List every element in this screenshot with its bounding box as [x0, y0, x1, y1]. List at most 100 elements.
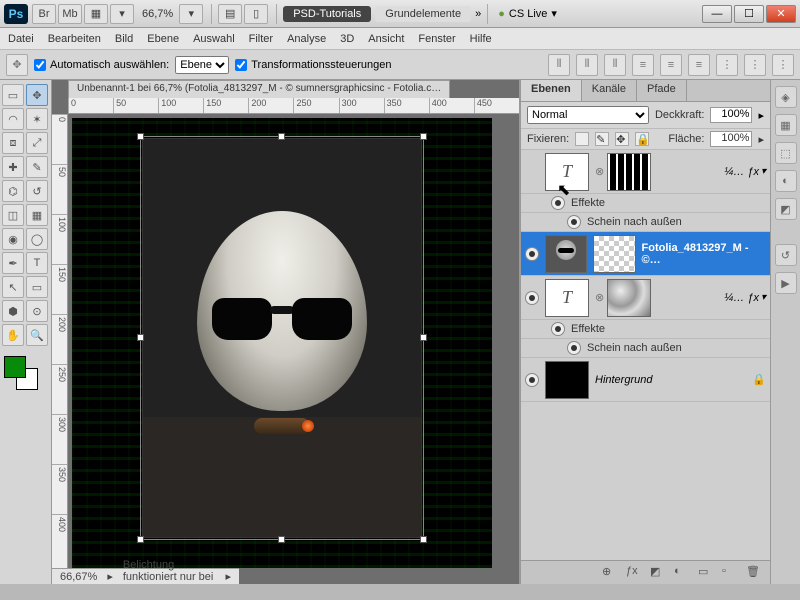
color-swatches[interactable]	[2, 354, 40, 392]
dropdown-icon[interactable]: ▾	[110, 4, 134, 24]
transform-bounding-box[interactable]	[140, 136, 424, 540]
workspace-tutorials[interactable]: PSD-Tutorials	[283, 6, 371, 22]
dodge-tool[interactable]: ◯	[26, 228, 48, 250]
transform-handle[interactable]	[278, 536, 285, 543]
workspace-grundelemente[interactable]: Grundelemente	[375, 6, 471, 22]
cslive-button[interactable]: CS Live	[509, 8, 548, 20]
triangle-icon[interactable]: ▸	[758, 109, 764, 122]
transform-handle[interactable]	[420, 334, 427, 341]
menu-3d[interactable]: 3D	[340, 33, 354, 45]
tab-ebenen[interactable]: Ebenen	[521, 80, 582, 101]
layer-row-selected[interactable]: Fotolia_4813297_M - ©…	[521, 232, 770, 276]
tab-pfade[interactable]: Pfade	[637, 80, 687, 101]
tab-kanaele[interactable]: Kanäle	[582, 80, 637, 101]
menu-bild[interactable]: Bild	[115, 33, 133, 45]
visibility-toggle[interactable]	[525, 247, 539, 261]
align-icon[interactable]: ≡	[660, 54, 682, 76]
transform-handle[interactable]	[420, 133, 427, 140]
visibility-toggle[interactable]	[525, 373, 539, 387]
fx-indicator[interactable]: ¼… ƒx▾	[724, 292, 766, 304]
align-icon[interactable]: ≡	[632, 54, 654, 76]
masks-panel-icon[interactable]: ◩	[775, 198, 797, 220]
menu-ebene[interactable]: Ebene	[147, 33, 179, 45]
foreground-color[interactable]	[4, 356, 26, 378]
swatches-panel-icon[interactable]: ▦	[775, 114, 797, 136]
align-icon[interactable]: ⫴	[548, 54, 570, 76]
transform-handle[interactable]	[137, 334, 144, 341]
link-layers-icon[interactable]: ⊕	[602, 565, 618, 581]
grid-button[interactable]: ▤	[218, 4, 242, 24]
distribute-icon[interactable]: ⋮	[716, 54, 738, 76]
triangle-icon[interactable]: ▸	[758, 133, 764, 146]
layer-row-background[interactable]: Hintergrund 🔒	[521, 358, 770, 402]
adjustment-icon[interactable]: ◐	[674, 565, 690, 581]
move-tool-icon[interactable]: ✥	[6, 54, 28, 76]
align-icon[interactable]: ≡	[688, 54, 710, 76]
bridge-button[interactable]: Br	[32, 4, 56, 24]
type-tool[interactable]: T	[26, 252, 48, 274]
menu-filter[interactable]: Filter	[249, 33, 273, 45]
menu-hilfe[interactable]: Hilfe	[470, 33, 492, 45]
crop-tool[interactable]: ⧈	[2, 132, 24, 154]
move-tool[interactable]: ✥	[26, 84, 48, 106]
dropdown-icon[interactable]: ▾	[179, 4, 203, 24]
adjustments-panel-icon[interactable]: ◐	[775, 170, 797, 192]
visibility-toggle[interactable]	[525, 291, 539, 305]
fx-indicator[interactable]: ¼… ƒx▾	[724, 166, 766, 178]
distribute-icon[interactable]: ⋮	[772, 54, 794, 76]
3d-tool[interactable]: ⬢	[2, 300, 24, 322]
canvas[interactable]	[72, 118, 492, 568]
extras-button[interactable]: ▦	[84, 4, 108, 24]
actions-panel-icon[interactable]: ▶	[775, 272, 797, 294]
menu-bearbeiten[interactable]: Bearbeiten	[48, 33, 101, 45]
menu-analyse[interactable]: Analyse	[287, 33, 326, 45]
blur-tool[interactable]: ◉	[2, 228, 24, 250]
menu-auswahl[interactable]: Auswahl	[193, 33, 235, 45]
document-tab[interactable]: Unbenannt-1 bei 66,7% (Fotolia_4813297_M…	[68, 80, 450, 98]
marquee-tool[interactable]: ▭	[2, 84, 24, 106]
eraser-tool[interactable]: ◫	[2, 204, 24, 226]
group-icon[interactable]: ▭	[698, 565, 714, 581]
eyedropper-tool[interactable]: ⤢	[26, 132, 48, 154]
maximize-button[interactable]: ☐	[734, 5, 764, 23]
lock-position-icon[interactable]: ✥	[615, 132, 629, 146]
history-panel-icon[interactable]: ↺	[775, 244, 797, 266]
transform-handle[interactable]	[137, 133, 144, 140]
blend-mode-select[interactable]: Normal	[527, 106, 649, 124]
distribute-icon[interactable]: ⋮	[744, 54, 766, 76]
visibility-toggle[interactable]	[551, 322, 565, 336]
mask-icon[interactable]: ◩	[650, 565, 666, 581]
zoom-display[interactable]: 66,7%	[142, 8, 173, 20]
gradient-tool[interactable]: ▦	[26, 204, 48, 226]
shape-tool[interactable]: ▭	[26, 276, 48, 298]
auto-select-checkbox[interactable]: Automatisch auswählen:	[34, 59, 169, 71]
brush-tool[interactable]: ✎	[26, 156, 48, 178]
menu-ansicht[interactable]: Ansicht	[368, 33, 404, 45]
path-tool[interactable]: ↖	[2, 276, 24, 298]
transform-handle[interactable]	[137, 536, 144, 543]
lasso-tool[interactable]: ◠	[2, 108, 24, 130]
fx-icon[interactable]: ƒx	[626, 565, 642, 581]
auto-select-target[interactable]: Ebene	[175, 56, 229, 74]
status-zoom[interactable]: 66,67%	[60, 571, 97, 583]
chevron-right-icon[interactable]: »	[475, 8, 481, 20]
zoom-tool[interactable]: 🔍	[26, 324, 48, 346]
dropdown-icon[interactable]: ▾	[551, 7, 557, 20]
visibility-toggle[interactable]	[551, 196, 565, 210]
menu-datei[interactable]: Datei	[8, 33, 34, 45]
transform-handle[interactable]	[278, 133, 285, 140]
triangle-icon[interactable]: ▸	[225, 570, 231, 583]
lock-pixels-icon[interactable]: ✎	[595, 132, 609, 146]
transform-handle[interactable]	[420, 536, 427, 543]
hand-tool[interactable]: ✋	[2, 324, 24, 346]
minibridge-button[interactable]: Mb	[58, 4, 82, 24]
history-brush-tool[interactable]: ↺	[26, 180, 48, 202]
pen-tool[interactable]: ✒	[2, 252, 24, 274]
minimize-button[interactable]: —	[702, 5, 732, 23]
new-layer-icon[interactable]: ▫	[722, 565, 738, 581]
menu-fenster[interactable]: Fenster	[418, 33, 455, 45]
align-icon[interactable]: ⫴	[604, 54, 626, 76]
fill-input[interactable]: 100%	[710, 131, 752, 147]
opacity-input[interactable]: 100%	[710, 107, 752, 123]
layer-row[interactable]: T ⊗ ¼… ƒx▾	[521, 150, 770, 194]
